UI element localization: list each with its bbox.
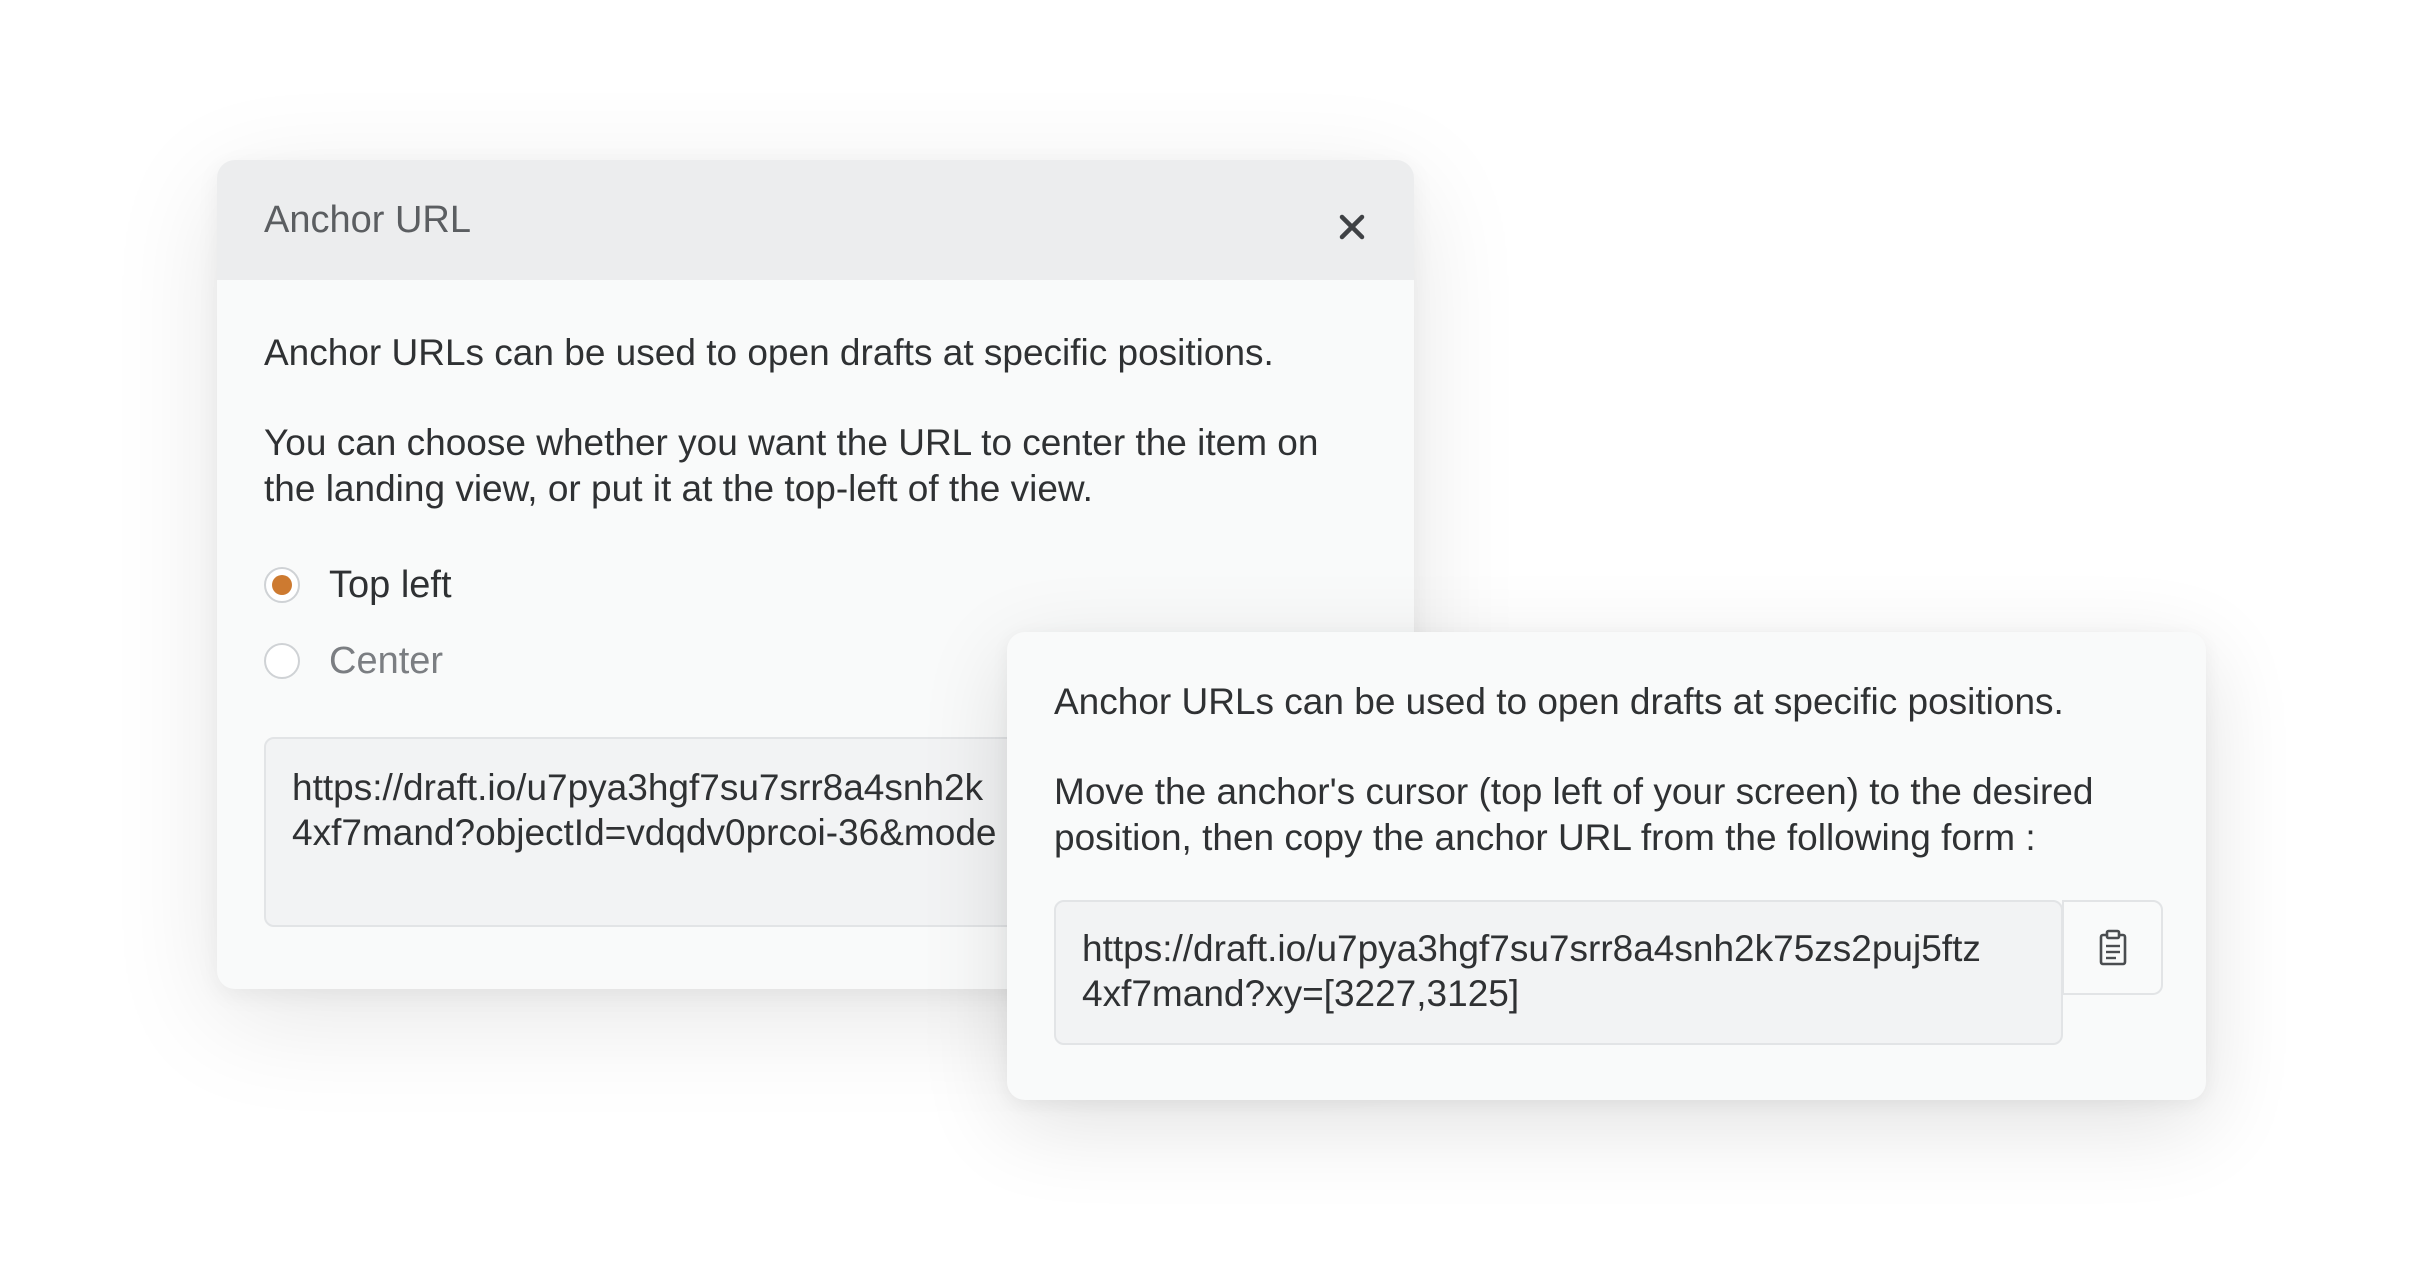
radio-option-top-left[interactable]: Top left bbox=[264, 560, 452, 610]
url-line-1: https://draft.io/u7pya3hgf7su7srr8a4snh2… bbox=[1082, 928, 1981, 969]
copy-url-button[interactable] bbox=[2062, 900, 2163, 995]
close-icon bbox=[1339, 214, 1365, 240]
card-intro-text: Anchor URLs can be used to open drafts a… bbox=[1054, 681, 2064, 722]
anchor-url-field[interactable]: https://draft.io/u7pya3hgf7su7srr8a4snh2… bbox=[1054, 900, 2063, 1045]
radio-label-top-left: Top left bbox=[329, 564, 452, 606]
anchor-cursor-card: Anchor URLs can be used to open drafts a… bbox=[1007, 632, 2206, 1100]
close-button[interactable] bbox=[1327, 202, 1377, 252]
clipboard-icon bbox=[2099, 929, 2126, 965]
card-description-text: Move the anchor's cursor (top left of yo… bbox=[1054, 771, 2094, 858]
dialog-title: Anchor URL bbox=[264, 199, 471, 241]
dialog-description-text: You can choose whether you want the URL … bbox=[264, 422, 1319, 509]
radio-button-unchecked[interactable] bbox=[264, 643, 300, 679]
radio-label-center: Center bbox=[329, 640, 444, 682]
radio-button-checked[interactable] bbox=[264, 567, 300, 603]
url-line-2: 4xf7mand?xy=[3227,3125] bbox=[1082, 973, 1520, 1014]
dialog-intro-text: Anchor URLs can be used to open drafts a… bbox=[264, 332, 1274, 373]
radio-option-center[interactable]: Center bbox=[264, 636, 443, 686]
dialog-header: Anchor URL bbox=[217, 160, 1414, 280]
